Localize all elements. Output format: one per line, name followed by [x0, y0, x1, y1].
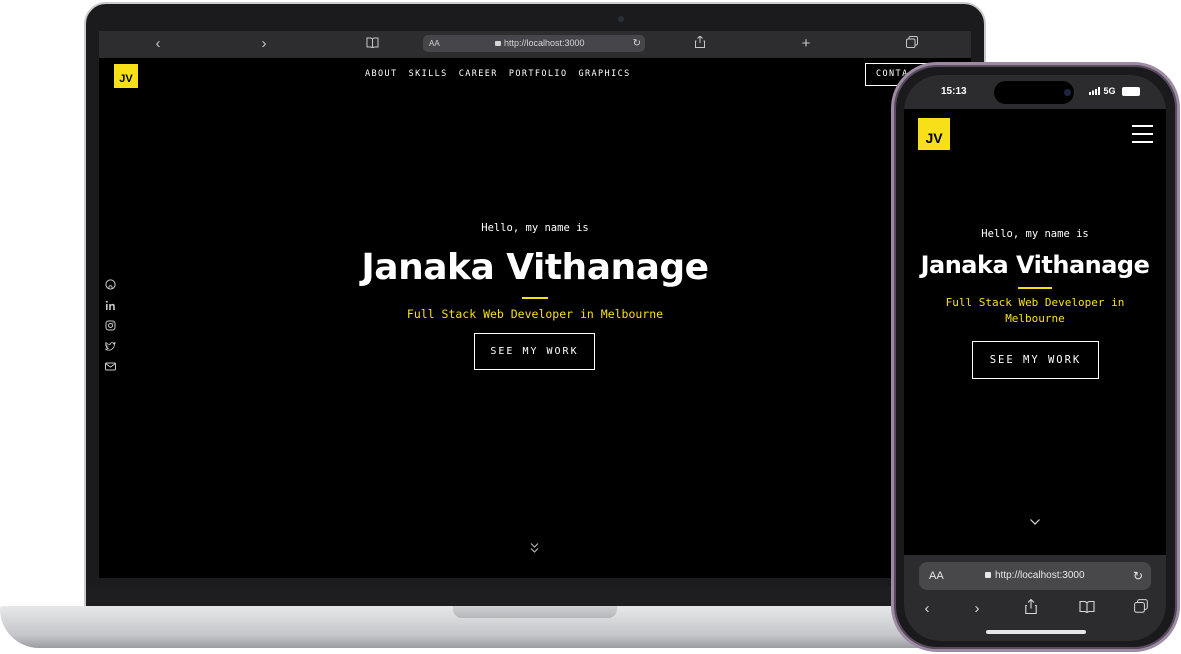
share-icon[interactable]: [691, 35, 709, 53]
reload-icon[interactable]: ↻: [633, 35, 641, 52]
laptop-screen: ‹ › AA http://localhost:3000 ↻ + JV ABOU…: [99, 31, 971, 578]
hero-name-mobile: Janaka Vithanage: [920, 251, 1150, 279]
site-logo-mobile[interactable]: JV: [918, 118, 950, 150]
back-icon[interactable]: ‹: [916, 599, 938, 619]
hero-greeting: Hello, my name is: [481, 222, 589, 234]
laptop-thumb-notch: [453, 606, 617, 618]
laptop-bezel-bottom: [86, 586, 984, 608]
hero-divider: [522, 297, 548, 299]
hero-divider-mobile: [1018, 287, 1052, 289]
hero-tagline: Full Stack Web Developer in Melbourne: [406, 307, 664, 321]
bookmarks-icon[interactable]: [363, 35, 381, 53]
nav-portfolio[interactable]: PORTFOLIO: [509, 69, 568, 79]
front-camera: [1064, 89, 1071, 96]
bookmarks-icon[interactable]: [1076, 599, 1098, 619]
see-my-work-button-mobile[interactable]: SEE MY WORK: [972, 341, 1099, 379]
phone-status-bar: 15:13 5G: [904, 75, 1166, 109]
url-value: http://localhost:3000: [504, 38, 585, 48]
lock-icon: [495, 41, 501, 46]
reload-icon[interactable]: ↻: [1133, 562, 1143, 590]
main-nav: ABOUT SKILLS CAREER PORTFOLIO GRAPHICS: [365, 69, 631, 79]
forward-icon[interactable]: ›: [255, 35, 273, 53]
signal-bars-icon: [1089, 87, 1100, 95]
phone-screen: 15:13 5G JV Hello, my name is Janaka Vit…: [904, 75, 1166, 641]
forward-icon[interactable]: ›: [966, 599, 988, 619]
hero-greeting-mobile: Hello, my name is: [981, 228, 1089, 240]
nav-skills[interactable]: SKILLS: [409, 69, 448, 79]
phone-address-bar[interactable]: AA http://localhost:3000 ↻: [919, 562, 1151, 590]
url-value-mobile: http://localhost:3000: [995, 570, 1085, 581]
nav-graphics[interactable]: GRAPHICS: [578, 69, 630, 79]
hero-name: Janaka Vithanage: [361, 247, 709, 288]
url-text-mobile: http://localhost:3000: [985, 562, 1085, 590]
signal-indicator: 5G: [1089, 86, 1116, 96]
safari-toolbar: ‹ › AA http://localhost:3000 ↻ +: [99, 31, 971, 58]
back-icon[interactable]: ‹: [149, 35, 167, 53]
menu-icon[interactable]: [1132, 125, 1153, 143]
mail-icon[interactable]: [105, 359, 116, 371]
see-my-work-button[interactable]: SEE MY WORK: [474, 333, 595, 370]
scroll-down-icon-mobile[interactable]: [1029, 513, 1041, 531]
dynamic-island: [994, 81, 1074, 104]
laptop-camera: [618, 16, 624, 22]
nav-about[interactable]: ABOUT: [365, 69, 398, 79]
hero-tagline-mobile: Full Stack Web Developer in Melbourne: [945, 296, 1125, 325]
social-links: [104, 277, 117, 380]
nav-career[interactable]: CAREER: [459, 69, 498, 79]
home-indicator: [986, 630, 1086, 634]
network-type: 5G: [1103, 86, 1116, 96]
site-logo[interactable]: JV: [114, 64, 138, 88]
lock-icon: [985, 572, 991, 578]
reader-button-mobile[interactable]: AA: [929, 562, 944, 590]
share-icon[interactable]: [1020, 598, 1042, 619]
url-text: http://localhost:3000: [495, 35, 585, 52]
battery-icon: [1122, 87, 1140, 96]
tabs-overview-icon[interactable]: [903, 35, 921, 53]
scroll-down-icon[interactable]: [529, 541, 540, 559]
new-tab-icon[interactable]: +: [797, 35, 815, 53]
reader-button[interactable]: AA: [429, 35, 440, 52]
phone-browser-toolbar: AA http://localhost:3000 ↻ ‹ ›: [904, 555, 1166, 641]
tabs-overview-icon[interactable]: [1130, 599, 1152, 619]
address-bar[interactable]: AA http://localhost:3000 ↻: [423, 35, 645, 52]
status-time: 15:13: [941, 86, 967, 97]
twitter-icon[interactable]: [104, 339, 116, 351]
